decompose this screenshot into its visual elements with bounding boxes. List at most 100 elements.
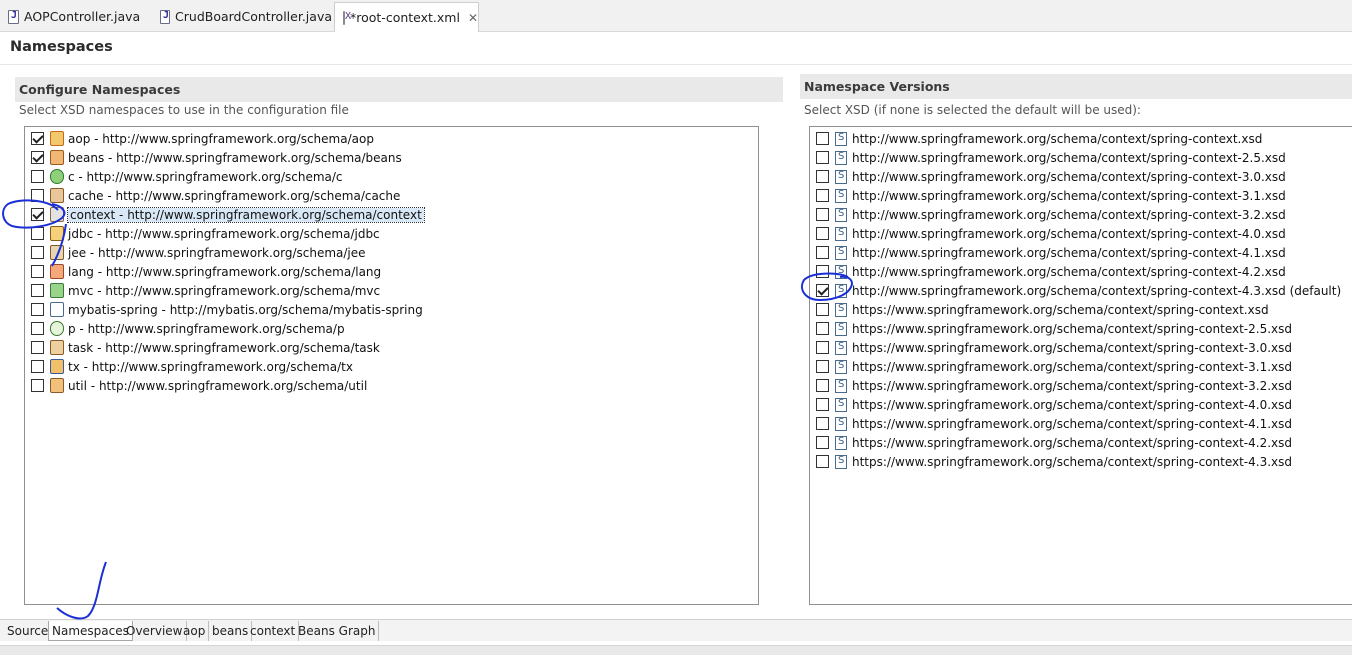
xsd-version-checkbox[interactable] <box>816 265 829 278</box>
xsd-version-item[interactable]: http://www.springframework.org/schema/co… <box>816 224 1286 243</box>
namespace-label: tx - http://www.springframework.org/sche… <box>68 359 353 374</box>
namespace-checkbox[interactable] <box>31 341 44 354</box>
namespace-item[interactable]: jee - http://www.springframework.org/sch… <box>31 243 366 262</box>
xsd-version-checkbox[interactable] <box>816 246 829 259</box>
namespace-item[interactable]: mvc - http://www.springframework.org/sch… <box>31 281 380 300</box>
namespace-item[interactable]: lang - http://www.springframework.org/sc… <box>31 262 381 281</box>
namespace-item[interactable]: jdbc - http://www.springframework.org/sc… <box>31 224 380 243</box>
java-file-icon <box>8 9 19 24</box>
xsd-version-item[interactable]: http://www.springframework.org/schema/co… <box>816 148 1286 167</box>
namespace-version-list[interactable]: http://www.springframework.org/schema/co… <box>809 126 1352 605</box>
schema-file-icon <box>835 321 847 336</box>
xsd-version-checkbox[interactable] <box>816 189 829 202</box>
namespace-item[interactable]: context - http://www.springframework.org… <box>31 205 425 224</box>
xsd-version-checkbox[interactable] <box>816 322 829 335</box>
xsd-version-label: http://www.springframework.org/schema/co… <box>852 283 1342 298</box>
xsd-version-item[interactable]: http://www.springframework.org/schema/co… <box>816 167 1286 186</box>
namespace-checkbox[interactable] <box>31 246 44 259</box>
xsd-version-checkbox[interactable] <box>816 398 829 411</box>
xsd-version-item[interactable]: https://www.springframework.org/schema/c… <box>816 452 1292 471</box>
schema-file-icon <box>835 226 847 241</box>
namespace-item[interactable]: c - http://www.springframework.org/schem… <box>31 167 343 186</box>
xsd-version-item[interactable]: http://www.springframework.org/schema/co… <box>816 243 1286 262</box>
java-file-icon <box>160 9 171 24</box>
namespace-label: aop - http://www.springframework.org/sch… <box>68 131 374 146</box>
namespace-item[interactable]: p - http://www.springframework.org/schem… <box>31 319 345 338</box>
namespace-checkbox[interactable] <box>31 322 44 335</box>
xsd-version-item[interactable]: https://www.springframework.org/schema/c… <box>816 433 1292 452</box>
tab-source[interactable]: Source <box>4 621 53 641</box>
namespace-item[interactable]: mybatis-spring - http://mybatis.org/sche… <box>31 300 423 319</box>
namespace-item[interactable]: util - http://www.springframework.org/sc… <box>31 376 367 395</box>
xsd-version-item[interactable]: https://www.springframework.org/schema/c… <box>816 395 1292 414</box>
editor-tab-aopcontroller[interactable]: AOPController.java <box>0 2 150 31</box>
xsd-version-checkbox[interactable] <box>816 436 829 449</box>
namespace-checkbox[interactable] <box>31 151 44 164</box>
xsd-version-item[interactable]: https://www.springframework.org/schema/c… <box>816 357 1292 376</box>
xsd-version-checkbox[interactable] <box>816 151 829 164</box>
schema-file-icon <box>835 416 847 431</box>
schema-file-icon <box>835 131 847 146</box>
xsd-version-checkbox[interactable] <box>816 360 829 373</box>
namespace-list[interactable]: aop - http://www.springframework.org/sch… <box>24 126 759 605</box>
namespace-checkbox[interactable] <box>31 208 44 221</box>
xsd-version-checkbox[interactable] <box>816 379 829 392</box>
xsd-version-item[interactable]: https://www.springframework.org/schema/c… <box>816 414 1292 433</box>
tab-overview[interactable]: Overview <box>123 621 187 641</box>
namespace-checkbox[interactable] <box>31 303 44 316</box>
namespace-checkbox[interactable] <box>31 170 44 183</box>
xsd-version-item[interactable]: http://www.springframework.org/schema/co… <box>816 129 1262 148</box>
xsd-version-checkbox[interactable] <box>816 417 829 430</box>
xsd-version-item[interactable]: http://www.springframework.org/schema/co… <box>816 186 1286 205</box>
xsd-version-label: http://www.springframework.org/schema/co… <box>852 150 1286 165</box>
schema-file-icon <box>835 169 847 184</box>
xsd-version-checkbox[interactable] <box>816 170 829 183</box>
namespace-label: task - http://www.springframework.org/sc… <box>68 340 380 355</box>
tab-aop[interactable]: aop <box>180 621 210 641</box>
namespace-item[interactable]: task - http://www.springframework.org/sc… <box>31 338 380 357</box>
xsd-version-checkbox[interactable] <box>816 208 829 221</box>
close-icon[interactable]: ✕ <box>468 11 478 25</box>
xsd-version-item[interactable]: https://www.springframework.org/schema/c… <box>816 319 1292 338</box>
editor-tab-label: AOPController.java <box>24 9 141 24</box>
namespace-label: lang - http://www.springframework.org/sc… <box>68 264 382 279</box>
schema-file-icon <box>835 283 847 298</box>
namespace-checkbox[interactable] <box>31 265 44 278</box>
xsd-version-item[interactable]: https://www.springframework.org/schema/c… <box>816 300 1269 319</box>
xsd-version-label: http://www.springframework.org/schema/co… <box>852 264 1286 279</box>
namespace-item[interactable]: beans - http://www.springframework.org/s… <box>31 148 402 167</box>
tab-beans-graph[interactable]: Beans Graph <box>295 621 380 641</box>
xsd-version-label: http://www.springframework.org/schema/co… <box>852 226 1286 241</box>
xsd-version-checkbox[interactable] <box>816 284 829 297</box>
namespace-label: context - http://www.springframework.org… <box>67 206 425 223</box>
namespace-checkbox[interactable] <box>31 284 44 297</box>
namespace-checkbox[interactable] <box>31 227 44 240</box>
xsd-version-item[interactable]: https://www.springframework.org/schema/c… <box>816 338 1292 357</box>
xsd-version-checkbox[interactable] <box>816 132 829 145</box>
schema-file-icon <box>835 340 847 355</box>
divider <box>0 64 1352 65</box>
namespace-item[interactable]: cache - http://www.springframework.org/s… <box>31 186 400 205</box>
schema-file-icon <box>835 264 847 279</box>
tab-context[interactable]: context <box>247 621 300 641</box>
tx-icon <box>50 359 64 374</box>
editor-tab-root-context[interactable]: *root-context.xml ✕ <box>334 2 479 32</box>
namespace-item[interactable]: tx - http://www.springframework.org/sche… <box>31 357 353 376</box>
xsd-version-checkbox[interactable] <box>816 455 829 468</box>
tab-namespaces[interactable]: Namespaces <box>48 621 133 641</box>
namespace-checkbox[interactable] <box>31 379 44 392</box>
editor-page-tabs: Source Namespaces Overview aop beans con… <box>0 619 1352 641</box>
xsd-version-item[interactable]: https://www.springframework.org/schema/c… <box>816 376 1292 395</box>
xsd-version-checkbox[interactable] <box>816 227 829 240</box>
namespace-checkbox[interactable] <box>31 132 44 145</box>
xsd-version-checkbox[interactable] <box>816 303 829 316</box>
xsd-version-item[interactable]: http://www.springframework.org/schema/co… <box>816 281 1341 300</box>
xsd-version-item[interactable]: http://www.springframework.org/schema/co… <box>816 262 1286 281</box>
tab-beans[interactable]: beans <box>209 621 253 641</box>
editor-tab-crudboardcontroller[interactable]: CrudBoardController.java <box>152 2 332 31</box>
namespace-checkbox[interactable] <box>31 189 44 202</box>
xsd-version-item[interactable]: http://www.springframework.org/schema/co… <box>816 205 1286 224</box>
xsd-version-checkbox[interactable] <box>816 341 829 354</box>
namespace-item[interactable]: aop - http://www.springframework.org/sch… <box>31 129 374 148</box>
namespace-checkbox[interactable] <box>31 360 44 373</box>
